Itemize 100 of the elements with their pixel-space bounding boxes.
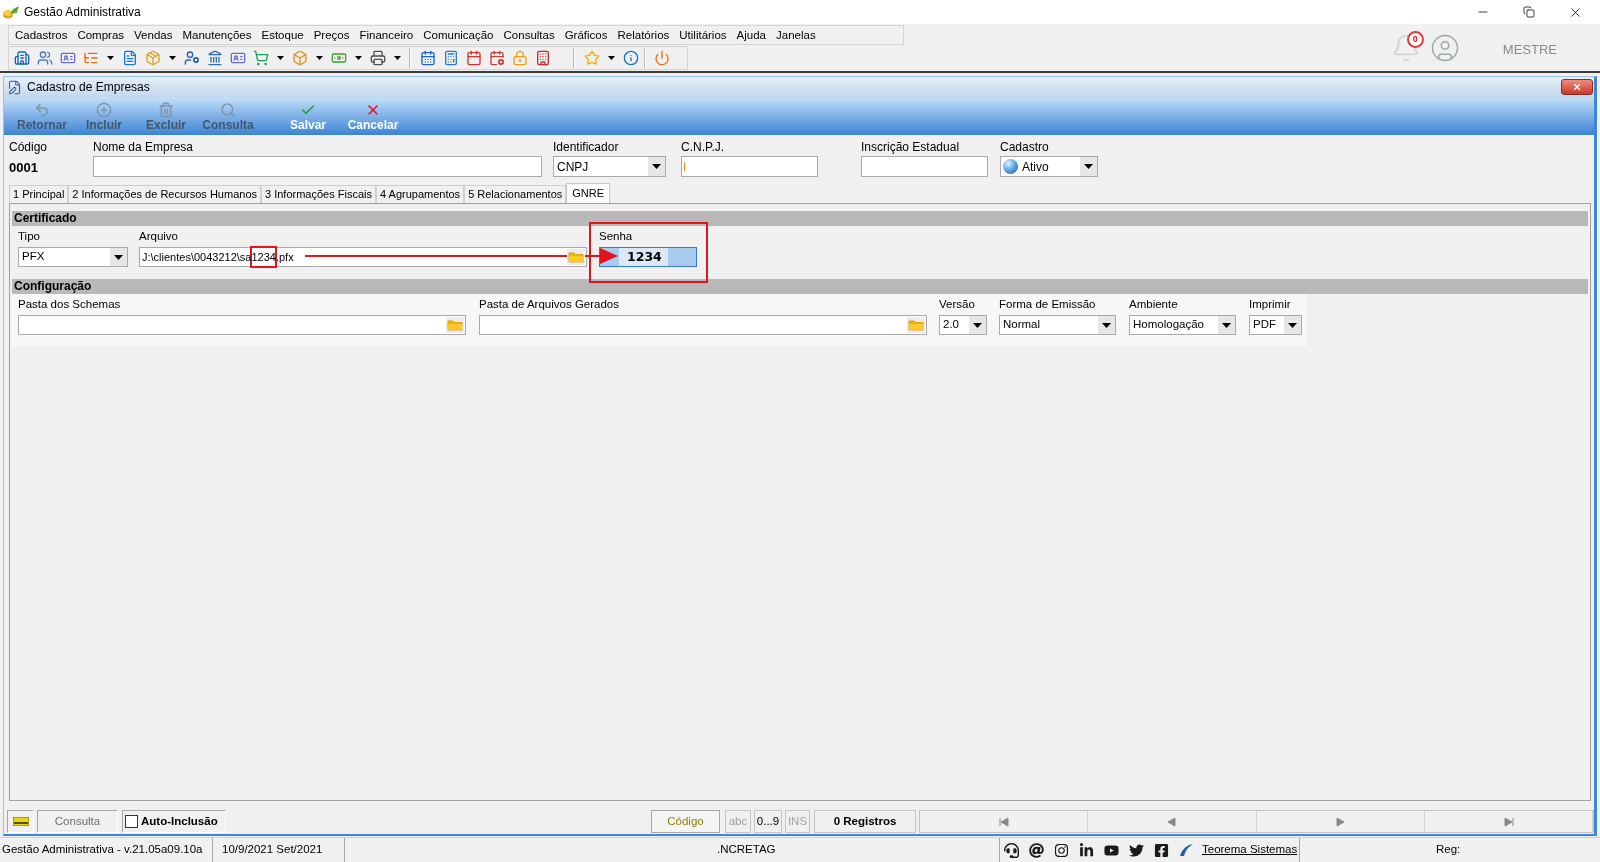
at-sign-icon[interactable] (1029, 842, 1044, 858)
building-icon[interactable] (13, 50, 30, 66)
caret-icon[interactable] (393, 56, 401, 60)
box-icon[interactable] (291, 50, 308, 66)
menu-item[interactable]: Preços (312, 27, 351, 43)
info-icon[interactable] (622, 50, 639, 66)
undo-arrow-icon (34, 102, 50, 118)
in-logo-icon[interactable] (1079, 842, 1094, 858)
menu-item[interactable]: Cadastros (14, 27, 69, 43)
field-label: Inscrição Estadual (861, 140, 961, 154)
menu-item[interactable]: Utilitários (678, 27, 728, 43)
bird-logo-icon[interactable] (1129, 842, 1144, 858)
calendar-gear-icon[interactable] (488, 50, 505, 66)
version-text: Gestão Administrativa - v.21.05a09.10a (0, 838, 213, 862)
caret-icon[interactable] (276, 56, 284, 60)
search-field-selector[interactable]: Código (651, 810, 720, 833)
dropdown[interactable]: 2.0 (939, 315, 987, 335)
tab[interactable]: 4 Agrupamentos (376, 185, 465, 203)
menu-item[interactable]: Consultas (502, 27, 556, 43)
dropdown[interactable]: Normal (999, 315, 1116, 335)
caret-icon[interactable] (106, 56, 114, 60)
camera-logo-icon[interactable] (1054, 842, 1069, 858)
id-card-icon[interactable] (59, 50, 76, 66)
id-card-icon[interactable] (229, 50, 246, 66)
period-text: 10/9/2021 Set/2021 (213, 838, 345, 862)
notification-count: 0 (1406, 31, 1424, 48)
section-header: Configuração (12, 279, 1588, 294)
star-icon[interactable] (583, 50, 600, 66)
field-label: C.N.P.J. (681, 140, 726, 154)
f-logo-icon[interactable] (1154, 842, 1169, 858)
record-count: 0 Registros (814, 810, 916, 833)
text-field[interactable] (681, 156, 818, 177)
users-icon[interactable] (36, 50, 53, 66)
skip-start-icon (998, 816, 1010, 827)
dropdown[interactable]: PDF (1249, 315, 1302, 335)
field-label: Senha (599, 229, 634, 243)
dropdown-arrow-icon (652, 164, 661, 169)
field-label: Pasta dos Schemas (18, 297, 122, 311)
field-label: Nome da Empresa (93, 140, 195, 154)
field-label: Arquivo (139, 229, 179, 243)
menu-item[interactable]: Ajuda (735, 27, 767, 43)
checkbox-icon[interactable] (125, 815, 138, 828)
document-icon[interactable] (121, 50, 138, 66)
swoosh-logo-icon[interactable] (1179, 843, 1194, 857)
caret-icon[interactable] (315, 56, 323, 60)
menu-item[interactable]: Vendas (133, 27, 174, 43)
close-button[interactable] (1561, 79, 1593, 95)
printer-icon[interactable] (369, 50, 386, 66)
folder-path-field[interactable] (18, 315, 466, 335)
menu-item[interactable]: Financeiro (358, 27, 415, 43)
dropdown-arrow-icon (114, 254, 123, 260)
auto-include-checkbox[interactable]: Auto-Inclusão (122, 810, 226, 833)
list-tree-icon[interactable] (82, 50, 99, 66)
calendar-grid-icon[interactable] (419, 50, 436, 66)
text-field[interactable] (93, 156, 542, 177)
tab[interactable]: GNRE (566, 183, 611, 203)
restore-icon (1523, 6, 1535, 18)
folder-path-field[interactable] (479, 315, 927, 335)
menu-item[interactable]: Estoque (260, 27, 305, 43)
tab[interactable]: 3 Informações Fiscais (261, 185, 376, 203)
user-gear-icon[interactable] (183, 50, 200, 66)
caret-icon[interactable] (607, 56, 615, 60)
menu-item[interactable]: Gráficos (563, 27, 609, 43)
tab[interactable]: 5 Relacionamentos (464, 185, 567, 203)
field-label: Identificador (553, 140, 620, 154)
building-icon[interactable] (534, 50, 551, 66)
dropdown[interactable]: Ativo (1000, 156, 1098, 177)
menu-item[interactable]: Comunicação (422, 27, 495, 43)
input-mode-indicator: 0...9 (754, 810, 782, 833)
field-label: Versão (939, 297, 976, 311)
calculator-icon[interactable] (442, 50, 459, 66)
company-link[interactable]: Teorema Sistemas (1202, 841, 1298, 859)
field-label: Cadastro (1000, 140, 1050, 154)
password-field[interactable]: 1234 (599, 247, 697, 267)
banknote-icon[interactable] (330, 50, 347, 66)
menu-item[interactable]: Relatórios (616, 27, 671, 43)
tab[interactable]: 2 Informações de Recursos Humanos (68, 185, 261, 203)
dropdown[interactable]: PFX (18, 247, 128, 267)
right-triangle-icon (1334, 816, 1346, 827)
tab[interactable]: 1 Principal (9, 185, 69, 203)
dropdown[interactable]: CNPJ (553, 156, 666, 177)
text-field[interactable] (861, 156, 988, 177)
dropdown-arrow-icon (1102, 322, 1111, 328)
user-avatar-icon[interactable] (1429, 33, 1460, 63)
menu-item[interactable]: Manutenções (181, 27, 253, 43)
dropdown-arrow-icon (1222, 322, 1231, 328)
cart-icon[interactable] (252, 50, 269, 66)
input-mode-indicator: abc (725, 810, 751, 833)
power-icon[interactable] (653, 50, 670, 66)
input-mode-indicator: INS (785, 810, 810, 833)
headset-icon[interactable] (1004, 842, 1019, 858)
menu-item[interactable]: Compras (76, 27, 126, 43)
dropdown[interactable]: Homologação (1129, 315, 1236, 335)
status-toggle-button[interactable] (7, 810, 34, 833)
calendar-icon[interactable] (465, 50, 482, 66)
caret-icon[interactable] (354, 56, 362, 60)
bank-icon[interactable] (206, 50, 223, 66)
menu-item[interactable]: Janelas (775, 27, 817, 43)
reg-label: Reg: (1436, 842, 1461, 858)
caret-icon[interactable] (168, 56, 176, 60)
